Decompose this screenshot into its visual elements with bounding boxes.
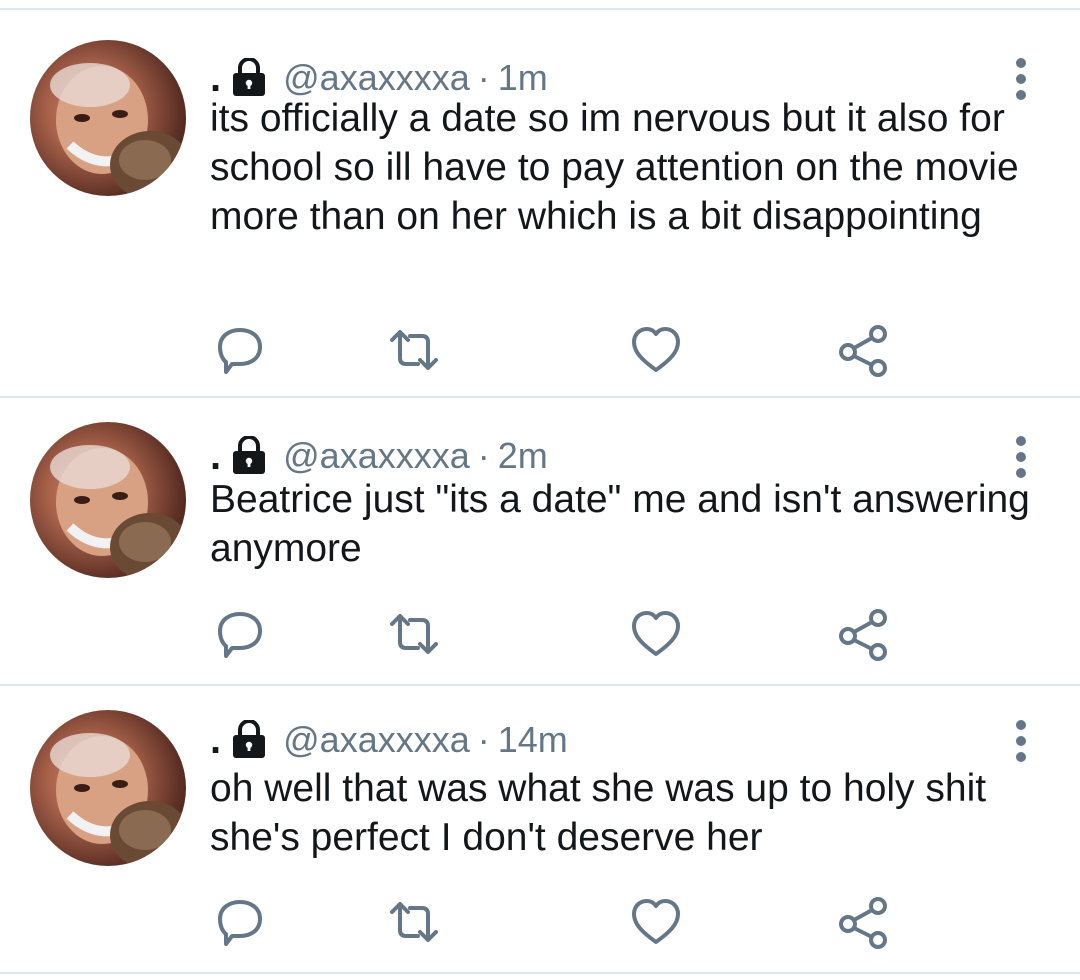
tweet-actions xyxy=(210,322,910,378)
reply-icon[interactable] xyxy=(212,322,268,378)
share-icon[interactable] xyxy=(836,894,892,950)
avatar-photo xyxy=(50,63,186,196)
timestamp[interactable]: 2m xyxy=(498,435,548,477)
lock-icon xyxy=(229,719,269,760)
like-icon[interactable] xyxy=(628,894,684,950)
separator: · xyxy=(477,57,490,98)
reply-icon[interactable] xyxy=(212,894,268,950)
retweet-icon[interactable] xyxy=(386,894,442,950)
lock-icon xyxy=(229,435,269,476)
display-name[interactable]: . xyxy=(210,434,221,479)
avatar[interactable] xyxy=(30,422,186,578)
timestamp[interactable]: 1m xyxy=(498,57,548,99)
like-icon[interactable] xyxy=(628,606,684,662)
share-icon[interactable] xyxy=(836,322,892,378)
tweet[interactable]: . @axaxxxxa · 14m oh well that was what … xyxy=(0,686,1080,974)
retweet-icon[interactable] xyxy=(386,322,442,378)
lock-icon xyxy=(229,57,269,98)
handle[interactable]: @axaxxxxa xyxy=(283,719,470,761)
timestamp[interactable]: 14m xyxy=(498,719,568,761)
share-icon[interactable] xyxy=(836,606,892,662)
tweet-text: oh well that was what she was up to holy… xyxy=(210,767,987,859)
like-icon[interactable] xyxy=(628,322,684,378)
tweet-actions xyxy=(210,606,910,662)
avatar-photo xyxy=(50,445,186,578)
handle[interactable]: @axaxxxxa xyxy=(283,57,470,99)
tweet-actions xyxy=(210,894,910,950)
separator: · xyxy=(477,435,490,476)
avatar[interactable] xyxy=(30,40,186,196)
tweet-text: Beatrice just "its a date" me and isn't … xyxy=(210,478,1030,570)
avatar[interactable] xyxy=(30,710,186,866)
more-icon[interactable] xyxy=(1008,434,1034,480)
handle[interactable]: @axaxxxxa xyxy=(283,435,470,477)
more-icon[interactable] xyxy=(1008,718,1034,764)
reply-icon[interactable] xyxy=(212,606,268,662)
separator: · xyxy=(477,719,490,760)
display-name[interactable]: . xyxy=(210,718,221,763)
tweet-text: its officially a date so im nervous but … xyxy=(210,97,1019,238)
tweet-header: . @axaxxxxa · 14m xyxy=(210,712,568,768)
top-divider xyxy=(0,0,1080,10)
tweet[interactable]: . @axaxxxxa · 2m Beatrice just "its a da… xyxy=(0,398,1080,686)
tweet[interactable]: . @axaxxxxa · 1m its officially a date s… xyxy=(0,12,1080,398)
avatar-photo xyxy=(50,733,186,866)
retweet-icon[interactable] xyxy=(386,606,442,662)
